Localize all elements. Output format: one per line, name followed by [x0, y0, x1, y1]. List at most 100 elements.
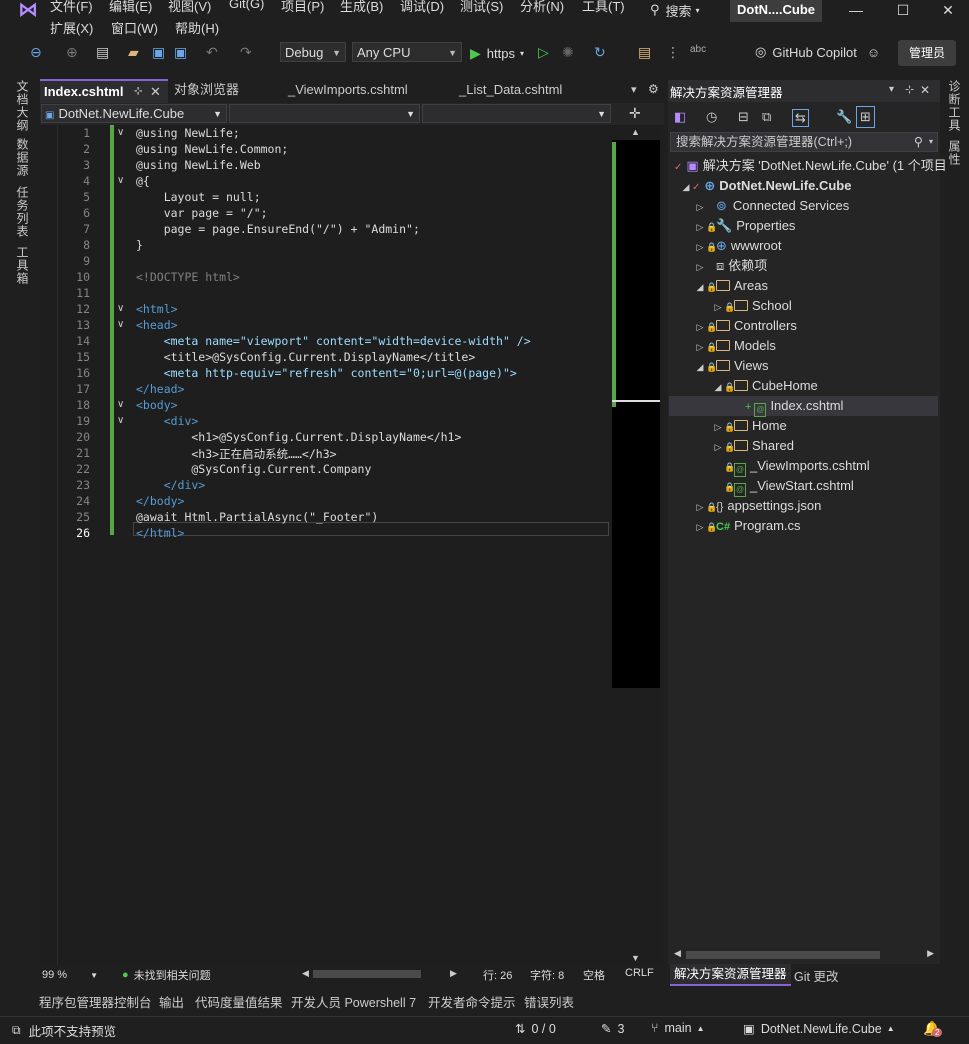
notifications-button[interactable]: 🔔 2 [923, 1020, 943, 1037]
pin-icon[interactable]: ⊹ [905, 83, 914, 96]
maximize-button[interactable]: ☐ [883, 0, 923, 22]
tab-solution-explorer[interactable]: 解决方案资源管理器 [670, 964, 791, 986]
close-icon[interactable]: ✕ [920, 83, 930, 97]
menu-edit[interactable]: 编辑(E) [109, 0, 152, 15]
code-line[interactable]: var page = "/"; [136, 206, 268, 220]
code-line[interactable]: <meta http-equiv="refresh" content="0;ur… [136, 366, 517, 380]
tree-viewstart[interactable]: 🔒@ _ViewStart.cshtml [724, 476, 854, 497]
scroll-left-icon[interactable]: ◀ [302, 968, 309, 979]
menu-file[interactable]: 文件(F) [50, 0, 93, 15]
menu-window[interactable]: 窗口(W) [111, 18, 158, 37]
new-project-icon[interactable]: ▤ [96, 44, 109, 61]
menu-project[interactable]: 项目(P) [281, 0, 324, 15]
fold-icon[interactable]: ∨ [117, 319, 124, 330]
tab-developer-powershell[interactable]: 开发人员 Powershell 7 [291, 992, 416, 1011]
git-sync-indicator[interactable]: ⇅ 0 / 0 [515, 1021, 556, 1037]
redo-icon[interactable]: ↷ [240, 44, 252, 61]
preview-selected-icon[interactable]: ⊞ [856, 106, 875, 128]
whitespace-mode[interactable]: 空格 [583, 967, 605, 983]
hscroll-thumb[interactable] [686, 951, 880, 959]
code-line[interactable]: </div> [136, 478, 206, 492]
save-icon[interactable]: ▣ [152, 44, 165, 61]
member-navigation-select[interactable]: ▼ [422, 104, 611, 123]
fold-icon[interactable]: ∨ [117, 127, 124, 138]
back-icon[interactable]: ⊖ [30, 44, 42, 61]
tree-shared[interactable]: ▷ 🔒 Shared [712, 436, 794, 456]
code-line[interactable]: <title>@SysConfig.Current.DisplayName</t… [136, 350, 476, 364]
code-line[interactable]: <body> [136, 398, 178, 412]
char-position[interactable]: 字符: 8 [530, 967, 564, 983]
solution-folder-icon[interactable]: ▤ [638, 44, 651, 61]
tab-output[interactable]: 输出 [159, 992, 184, 1011]
code-line[interactable]: </html> [136, 526, 184, 540]
code-line[interactable]: page = page.EnsureEnd("/") + "Admin"; [136, 222, 420, 236]
tab-error-list[interactable]: 错误列表 [524, 992, 574, 1011]
close-window-button[interactable]: ✕ [928, 0, 968, 22]
tree-areas[interactable]: ◢ 🔒 Areas [694, 276, 768, 296]
tree-program-cs[interactable]: ▷ 🔒C# Program.cs [694, 516, 801, 536]
tree-solution[interactable]: ✓ ▣ 解决方案 'DotNet.NewLife.Cube' (1 个项目 [674, 156, 947, 176]
minimize-button[interactable]: — [836, 0, 876, 22]
code-line[interactable]: Layout = null; [136, 190, 261, 204]
open-folder-icon[interactable]: ▰ [128, 44, 139, 61]
code-line[interactable]: <!DOCTYPE html> [136, 270, 240, 284]
code-line[interactable]: @using NewLife.Common; [136, 142, 288, 156]
zoom-select[interactable]: 99 % ▼ [42, 967, 98, 983]
tree-viewimports[interactable]: 🔒@ _ViewImports.cshtml [724, 456, 870, 477]
tree-dependencies[interactable]: ▷ ⧈ 依赖项 [694, 256, 768, 276]
tree-index-cshtml[interactable]: + @ Index.cshtml [669, 396, 938, 417]
admin-badge[interactable]: 管理员 [898, 40, 956, 66]
close-icon[interactable]: ✕ [150, 81, 161, 103]
hot-reload-icon[interactable]: ✺ [562, 44, 574, 61]
fold-icon[interactable]: ∨ [117, 415, 124, 426]
configuration-select[interactable]: Debug ▼ [280, 42, 346, 62]
github-copilot-button[interactable]: ◎ GitHub Copilot ☺ [755, 44, 880, 60]
menu-tools[interactable]: 工具(T) [582, 0, 625, 15]
tab-code-metrics[interactable]: 代码度量值结果 [195, 992, 283, 1011]
tab-data-sources[interactable]: 数据源 [14, 138, 31, 177]
tab-overflow-icon[interactable]: ▾ [631, 83, 637, 96]
menu-git[interactable]: Git(G) [229, 0, 264, 11]
menu-build[interactable]: 生成(B) [340, 0, 383, 15]
tab-viewimports[interactable]: _ViewImports.cshtml [284, 79, 456, 101]
code-editor[interactable] [40, 125, 612, 965]
project-navigation-select[interactable]: ▣ DotNet.NewLife.Cube ▼ [41, 104, 227, 123]
menu-help[interactable]: 帮助(H) [175, 18, 219, 37]
code-line[interactable]: @using NewLife; [136, 126, 240, 140]
line-ending[interactable]: CRLF [625, 967, 654, 979]
tab-git-changes[interactable]: Git 更改 [794, 966, 838, 985]
tab-developer-command-prompt[interactable]: 开发者命令提示 [428, 992, 516, 1011]
code-line[interactable]: <head> [136, 318, 178, 332]
pin-icon[interactable]: ⊹ [134, 81, 142, 103]
split-editor-icon[interactable]: ✛ [629, 105, 641, 122]
sync-with-document-icon[interactable]: ⇆ [792, 109, 809, 127]
save-all-icon[interactable]: ▣ [174, 44, 187, 61]
tree-wwwroot[interactable]: ▷ 🔒⊕ wwwroot [694, 236, 782, 256]
tree-cubehome[interactable]: ◢ 🔒 CubeHome [712, 376, 818, 396]
code-line[interactable]: </body> [136, 494, 184, 508]
switch-views-icon[interactable]: ◧ [674, 109, 686, 125]
tab-task-list[interactable]: 任务列表 [14, 186, 31, 238]
menu-debug[interactable]: 调试(D) [400, 0, 444, 15]
repository-selector[interactable]: ▣ DotNet.NewLife.Cube ▲ [743, 1021, 895, 1037]
code-line[interactable]: <html> [136, 302, 178, 316]
type-navigation-select[interactable]: ▼ [229, 104, 420, 123]
tree-project[interactable]: ◢ ✓ ⊕ DotNet.NewLife.Cube [680, 176, 852, 196]
code-line[interactable]: <h1>@SysConfig.Current.DisplayName</h1> [136, 430, 461, 444]
search-box[interactable]: ⚲ 搜索 ▾ [650, 0, 700, 20]
menu-extensions[interactable]: 扩展(X) [50, 18, 93, 37]
fold-icon[interactable]: ∨ [117, 175, 124, 186]
history-icon[interactable]: ◷ [706, 109, 717, 125]
scroll-right-icon[interactable]: ▶ [450, 968, 457, 979]
properties-wrench-icon[interactable]: 🔧 [836, 109, 852, 125]
branch-selector[interactable]: ⑂ main ▲ [651, 1021, 705, 1035]
spell-check-icon[interactable]: abc [690, 44, 706, 55]
code-line[interactable]: <meta name="viewport" content="width=dev… [136, 334, 531, 348]
tab-index-cshtml[interactable]: Index.cshtml ⊹ ✕ [40, 79, 168, 103]
platform-select[interactable]: Any CPU ▼ [352, 42, 462, 62]
code-line[interactable]: </head> [136, 382, 184, 396]
solution-search-input[interactable]: 搜索解决方案资源管理器(Ctrl+;) ⚲ ▾ [670, 132, 938, 152]
tree-views[interactable]: ◢ 🔒 Views [694, 356, 769, 376]
tree-home[interactable]: ▷ 🔒 Home [712, 416, 787, 436]
tab-package-manager-console[interactable]: 程序包管理器控制台 [39, 992, 152, 1011]
